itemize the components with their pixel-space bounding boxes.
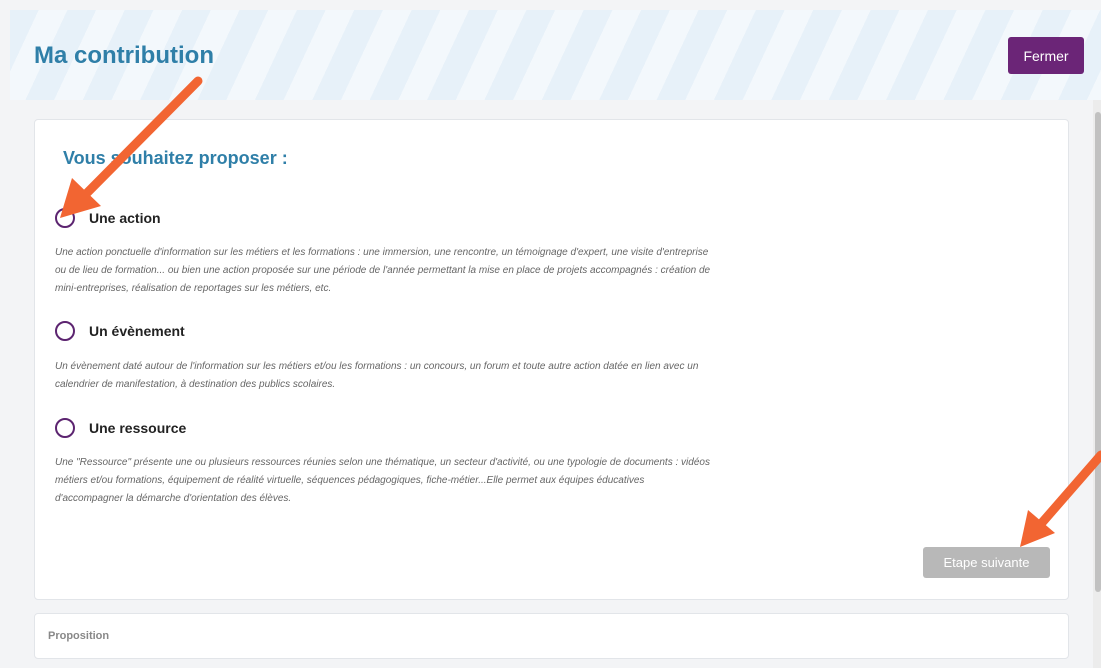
proposition-section-title: Proposition [48,630,110,642]
scrollbar-thumb[interactable] [1095,112,1101,592]
option-resource-description: Une "Ressource" présente une ou plusieur… [55,457,710,504]
modal-title: Ma contribution [34,42,214,69]
contribution-type-card: Vous souhaitez proposer : Une action Une… [34,119,1069,600]
radio-action[interactable] [55,208,75,228]
radio-resource[interactable] [55,418,75,438]
option-event-label: Un évènement [89,323,185,339]
option-action-label: Une action [89,210,161,226]
option-action[interactable]: Une action [55,208,161,228]
option-event-description: Un évènement daté autour de l'informatio… [55,361,699,390]
proposition-section[interactable]: Proposition [34,613,1069,659]
radio-event[interactable] [55,321,75,341]
page: Ma contribution Fermer Vous souhaitez pr… [0,0,1101,668]
modal-body: Vous souhaitez proposer : Une action Une… [10,100,1093,668]
option-action-description: Une action ponctuelle d'information sur … [55,247,711,294]
next-step-button[interactable]: Etape suivante [923,547,1050,578]
option-resource[interactable]: Une ressource [55,418,186,438]
card-heading: Vous souhaitez proposer : [63,148,288,168]
modal-header: Ma contribution Fermer [10,10,1101,100]
option-resource-label: Une ressource [89,420,187,436]
close-button[interactable]: Fermer [1008,37,1084,74]
option-event[interactable]: Un évènement [55,321,185,341]
